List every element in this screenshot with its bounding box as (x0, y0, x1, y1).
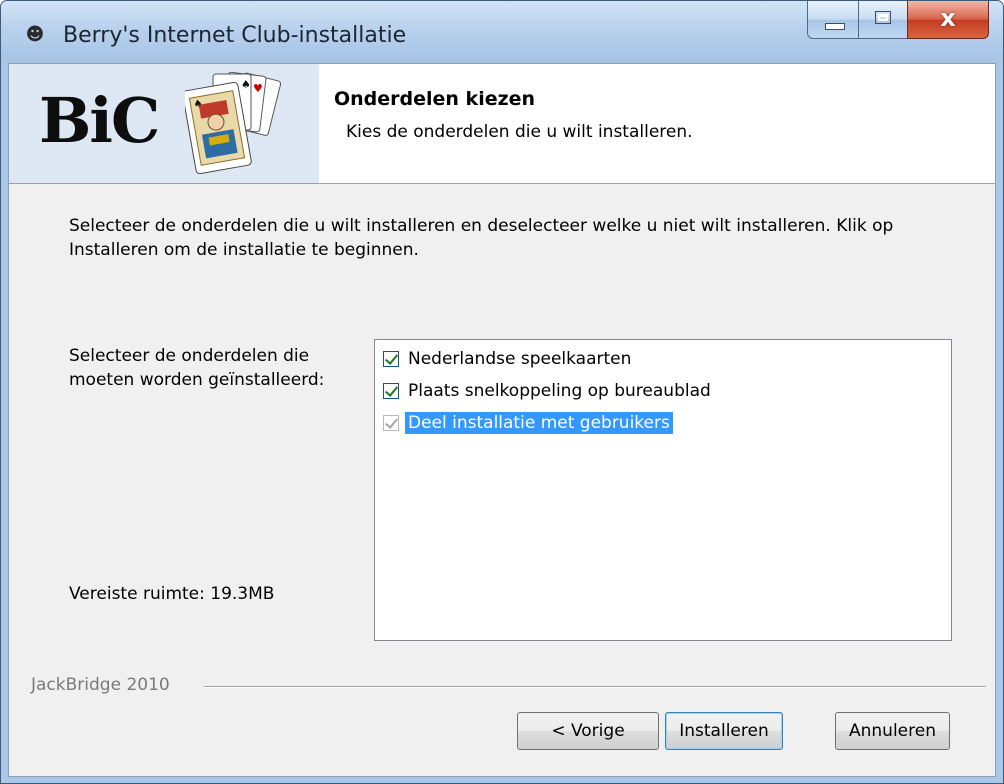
cancel-button[interactable]: Annuleren (835, 712, 950, 750)
components-prompt: Selecteer de onderdelen die moeten worde… (69, 346, 325, 390)
page-header: BiC ♥ ♠ ♠ Onderdelen kiezen Kies de onde… (9, 64, 995, 184)
required-space: Vereiste ruimte: 19.3MB (69, 584, 275, 604)
title-bar[interactable]: ☻ Berry's Internet Club-installatie x (1, 1, 1003, 63)
playing-cards-icon: ♥ ♠ ♠ (185, 72, 282, 175)
bic-logo: BiC (39, 84, 160, 157)
minimize-button[interactable] (807, 1, 859, 39)
component-label: Nederlandse speelkaarten (408, 349, 632, 369)
checkbox-checked[interactable] (383, 351, 399, 367)
checkbox-disabled-checked (383, 415, 399, 431)
svg-text:♠: ♠ (193, 98, 204, 110)
footer-divider (204, 686, 986, 688)
brand-banner: BiC ♥ ♠ ♠ (9, 64, 319, 183)
component-item[interactable]: Nederlandse speelkaarten (383, 346, 631, 372)
svg-text:♠: ♠ (241, 78, 251, 91)
page-title: Onderdelen kiezen (334, 88, 536, 110)
checkbox-checked[interactable] (383, 383, 399, 399)
close-button[interactable]: x (907, 1, 989, 39)
svg-text:♥: ♥ (253, 82, 263, 95)
component-label: Deel installatie met gebruikers (405, 412, 673, 434)
face-app-icon[interactable]: ☻ (25, 25, 45, 45)
installer-window: ☻ Berry's Internet Club-installatie x Bi… (0, 0, 1004, 784)
components-list[interactable]: Nederlandse speelkaarten Plaats snelkopp… (374, 339, 952, 641)
minimize-icon (825, 23, 845, 30)
intro-text: Selecteer de onderdelen die u wilt insta… (69, 216, 894, 260)
page-subtitle: Kies de onderdelen die u wilt installere… (346, 122, 693, 142)
window-title: Berry's Internet Club-installatie (63, 23, 407, 48)
component-item[interactable]: Plaats snelkoppeling op bureaublad (383, 378, 711, 404)
maximize-icon (875, 11, 891, 24)
maximize-button[interactable] (858, 1, 908, 39)
install-button[interactable]: Installeren (665, 712, 783, 750)
back-button[interactable]: < Vorige (517, 712, 659, 750)
dialog-client-area: BiC ♥ ♠ ♠ Onderdelen kiezen Kies de onde… (8, 63, 996, 777)
close-icon: x (940, 4, 956, 32)
component-label: Plaats snelkoppeling op bureaublad (408, 381, 711, 401)
branding-label: JackBridge 2010 (31, 675, 170, 695)
component-item[interactable]: Deel installatie met gebruikers (383, 410, 673, 436)
